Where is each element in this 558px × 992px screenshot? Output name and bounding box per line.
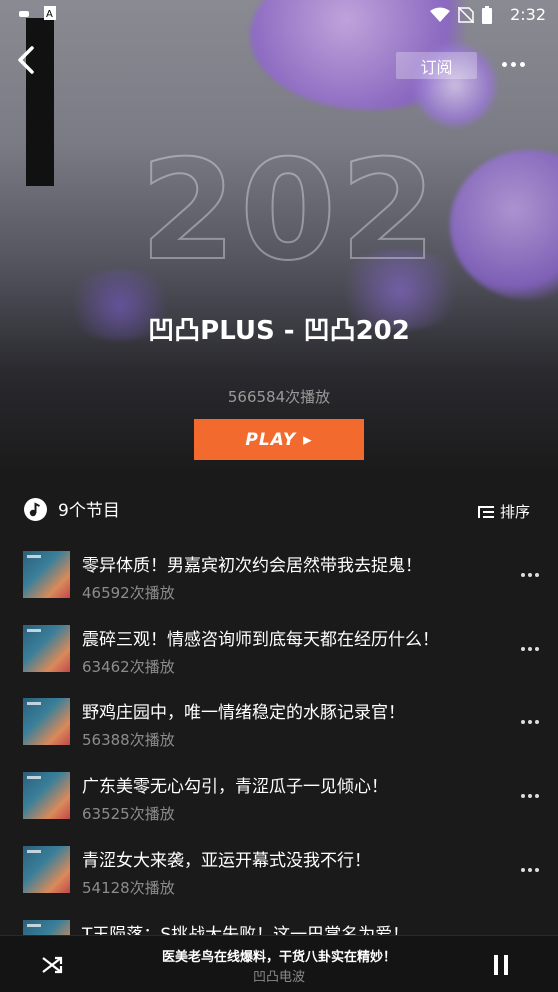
music-note-icon xyxy=(24,498,47,521)
battery-icon xyxy=(482,6,492,24)
episode-more-button[interactable] xyxy=(521,647,539,651)
more-dot xyxy=(520,61,525,67)
chevron-left-icon xyxy=(18,46,34,74)
album-play-count: 566584次播放 xyxy=(227,388,331,406)
wifi-icon xyxy=(430,7,450,22)
episode-item[interactable]: 零异体质！男嘉宾初次约会居然带我去捉鬼！ 46592次播放 xyxy=(0,545,558,615)
episode-play-count: 63525次播放 xyxy=(82,805,175,823)
back-button[interactable] xyxy=(12,44,40,76)
now-playing-title: 医美老鸟在线爆料，干货八卦实在精妙！ xyxy=(161,950,396,965)
episode-more-button[interactable] xyxy=(521,794,539,798)
more-dot xyxy=(502,61,507,67)
episode-more-button[interactable] xyxy=(521,868,539,872)
sort-icon xyxy=(478,505,494,518)
system-icons xyxy=(430,6,492,24)
episode-play-count: 63462次播放 xyxy=(82,658,175,676)
episode-title: 广东美零无心勾引，青涩瓜子一见倾心！ xyxy=(82,777,388,797)
episode-more-button[interactable] xyxy=(521,720,539,724)
subscribe-button[interactable]: 订阅 xyxy=(396,52,477,79)
episode-thumbnail xyxy=(23,846,70,893)
svg-text:A: A xyxy=(46,9,53,20)
episode-play-count: 54128次播放 xyxy=(82,879,175,897)
no-sim-icon xyxy=(458,7,474,23)
episode-item[interactable]: 广东美零无心勾引，青涩瓜子一见倾心！ 63525次播放 xyxy=(0,766,558,836)
app-notification-icon: A xyxy=(44,6,56,20)
episode-play-count: 56388次播放 xyxy=(82,731,175,749)
episodes-header: 9个节目 排序 xyxy=(0,490,558,530)
episode-thumbnail xyxy=(23,551,70,598)
episode-count: 9个节目 xyxy=(58,501,120,521)
pause-icon xyxy=(494,955,498,975)
sort-button[interactable]: 排序 xyxy=(478,501,530,522)
episode-item[interactable]: 青涩女大来袭，亚运开幕式没我不行！ 54128次播放 xyxy=(0,840,558,910)
status-time: 2:32 xyxy=(510,5,546,24)
episode-more-button[interactable] xyxy=(521,573,539,577)
now-playing-album: 凹凸电波 xyxy=(252,970,305,985)
episode-thumbnail xyxy=(23,772,70,819)
mini-player[interactable]: 医美老鸟在线爆料，干货八卦实在精妙！ 凹凸电波 xyxy=(0,935,558,992)
episode-title: 野鸡庄园中，唯一情绪稳定的水豚记录官！ xyxy=(82,703,405,723)
pause-button[interactable] xyxy=(494,955,514,975)
episode-item[interactable]: 震碎三观！情感咨询师到底每天都在经历什么！ 63462次播放 xyxy=(0,619,558,689)
notification-icons: A xyxy=(18,6,56,20)
more-options-button[interactable] xyxy=(502,56,532,72)
episode-thumbnail xyxy=(23,698,70,745)
episode-title: 震碎三观！情感咨询师到底每天都在经历什么！ xyxy=(82,630,439,650)
sort-label: 排序 xyxy=(500,503,531,521)
episode-title: 零异体质！男嘉宾初次约会居然带我去捉鬼！ xyxy=(82,556,422,576)
episode-thumbnail xyxy=(23,625,70,672)
episode-play-count: 46592次播放 xyxy=(82,584,175,602)
cover-art-number: 202 xyxy=(139,129,441,292)
android-icon xyxy=(19,11,29,17)
album-title: 凹凸PLUS - 凹凸202 xyxy=(148,316,410,346)
episode-item[interactable]: 野鸡庄园中，唯一情绪稳定的水豚记录官！ 56388次播放 xyxy=(0,692,558,762)
more-dot xyxy=(511,61,516,67)
episode-title: 青涩女大来袭，亚运开幕式没我不行！ xyxy=(82,851,371,871)
status-bar: A 2:32 xyxy=(0,0,558,30)
play-all-button[interactable]: PLAY ▸ xyxy=(194,419,364,460)
